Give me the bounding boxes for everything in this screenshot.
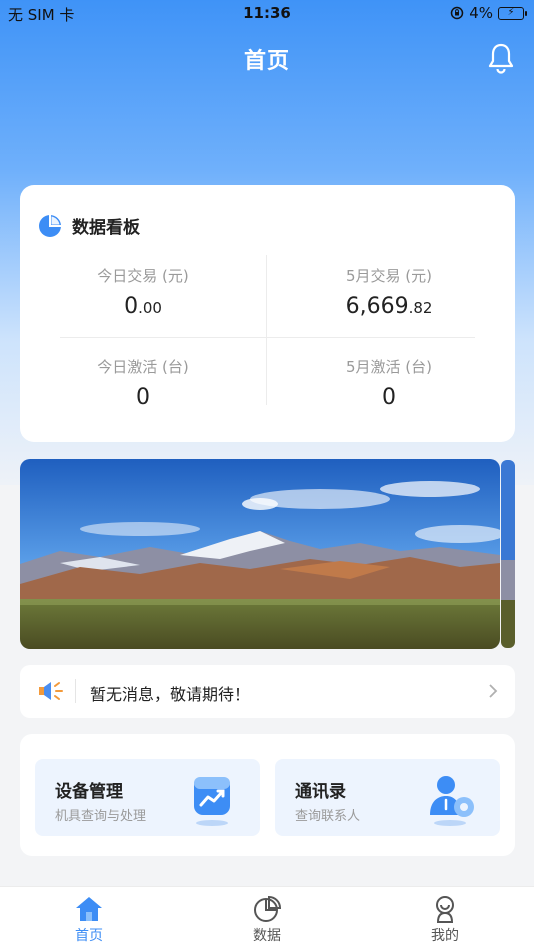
dashboard-card: 数据看板 今日交易 (元) 0.00 5月交易 (元) 6,669.82 今日激… (20, 185, 515, 442)
stat-month-transaction: 5月交易 (元) 6,669.82 (266, 265, 512, 319)
stat-value: 0.00 (124, 294, 162, 319)
stat-value: 0 (382, 385, 396, 410)
speaker-icon (39, 682, 63, 700)
home-icon (76, 897, 102, 921)
tab-label: 数据 (253, 928, 281, 944)
device-chart-icon (194, 777, 230, 826)
tile-title: 通讯录 (295, 782, 346, 802)
contacts-tile[interactable]: 通讯录 查询联系人 (275, 759, 500, 836)
banner-image[interactable] (20, 459, 500, 649)
tab-data[interactable]: 数据 (207, 895, 327, 945)
stat-label: 5月交易 (元) (345, 267, 433, 285)
dashboard-title: 数据看板 (72, 218, 140, 238)
battery-percent: 4% (469, 4, 493, 22)
bell-icon[interactable] (486, 42, 516, 74)
status-bar: 无 SIM 卡 11:36 4% ⚡ (0, 0, 534, 28)
pie-chart-icon (254, 895, 282, 922)
stat-label: 5月激活 (台) (345, 358, 433, 376)
pie-chart-icon (39, 214, 61, 237)
chevron-right-icon (489, 684, 498, 698)
tile-subtitle: 机具查询与处理 (55, 809, 147, 824)
services-card: 设备管理 机具查询与处理 通讯录 查询联系人 (20, 734, 515, 856)
tab-mine[interactable]: 我的 (385, 895, 505, 945)
landscape-peek-image (501, 460, 515, 648)
tile-title: 设备管理 (55, 782, 123, 802)
stat-today-activation: 今日激活 (台) 0 (20, 356, 266, 410)
notice-bar[interactable]: 暂无消息，敬请期待！ (20, 665, 515, 718)
stat-value: 0 (136, 385, 150, 410)
stat-month-activation: 5月激活 (台) 0 (266, 356, 512, 410)
stat-value: 6,669.82 (345, 294, 433, 319)
contact-gear-icon (430, 776, 474, 826)
banner-next-peek[interactable] (501, 460, 515, 648)
battery-icon: ⚡ (498, 6, 527, 20)
tile-subtitle: 查询联系人 (295, 809, 361, 824)
tab-label: 首页 (75, 928, 103, 944)
page-title: 首页 (243, 49, 290, 74)
status-right: 4% ⚡ (450, 4, 527, 22)
orientation-lock-icon (450, 6, 464, 20)
tab-label: 我的 (431, 928, 459, 944)
device-management-tile[interactable]: 设备管理 机具查询与处理 (35, 759, 260, 836)
divider-horizontal (60, 337, 475, 338)
notice-text: 暂无消息，敬请期待！ (90, 685, 251, 704)
tab-bar: 首页 数据 我的 (0, 886, 534, 950)
stat-today-transaction: 今日交易 (元) 0.00 (20, 265, 266, 319)
profile-icon (436, 896, 454, 923)
tab-home[interactable]: 首页 (29, 895, 149, 945)
dashboard-header: 数据看板 (38, 213, 140, 238)
landscape-image (20, 459, 500, 649)
stat-label: 今日交易 (元) (97, 267, 189, 285)
stat-label: 今日激活 (台) (97, 358, 189, 376)
notice-divider (75, 679, 76, 703)
